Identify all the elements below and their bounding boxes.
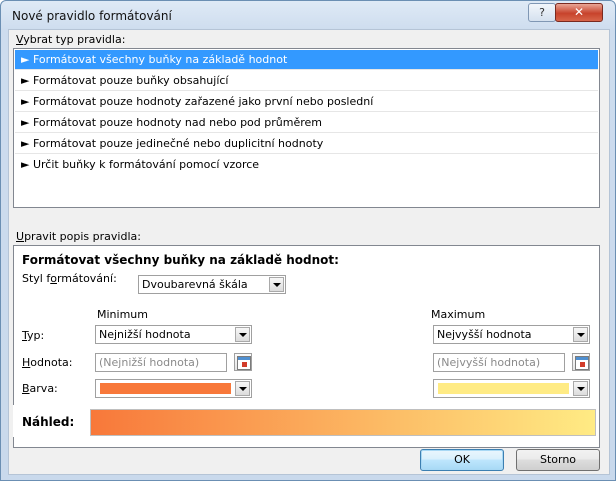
rule-type-item-containing[interactable]: ► Formátovat pouze buňky obsahující (15, 71, 598, 91)
rule-type-label: Vybrat typ pravidla: (16, 33, 126, 46)
chevron-down-icon[interactable] (573, 381, 588, 396)
chevron-down-icon[interactable] (235, 327, 250, 342)
min-color-swatch (100, 383, 231, 394)
chevron-down-icon[interactable] (573, 327, 588, 342)
rule-type-item-formula[interactable]: ► Určit buňky k formátování pomocí vzorc… (15, 155, 598, 175)
chevron-down-icon[interactable] (269, 277, 284, 292)
dialog-window: Nové pravidlo formátování ? ✕ Vybrat typ… (0, 0, 616, 481)
maximum-header: Maximum (431, 308, 486, 321)
help-icon: ? (539, 6, 545, 19)
edit-description-label: Upravit popis pravidla: (16, 230, 141, 243)
rule-type-item-above-below-average[interactable]: ► Formátovat pouze hodnoty nad nebo pod … (15, 113, 598, 133)
min-value-input[interactable]: (Nejnižší hodnota) (95, 353, 227, 372)
rule-type-list[interactable]: ► Formátovat všechny buňky na základě ho… (13, 48, 600, 208)
description-heading: Formátovat všechny buňky na základě hodn… (22, 253, 339, 267)
max-value-ref-button[interactable] (572, 353, 590, 371)
preview-label: Náhled: (22, 415, 75, 429)
collapse-dialog-icon (237, 356, 251, 370)
help-button[interactable]: ? (528, 3, 556, 22)
max-color-swatch (438, 383, 569, 394)
rule-type-item-all-values[interactable]: ► Formátovat všechny buňky na základě ho… (15, 50, 598, 70)
rule-type-item-unique-duplicate[interactable]: ► Formátovat pouze jedinečné nebo duplic… (15, 134, 598, 154)
value-label: Hodnota: (22, 356, 73, 369)
collapse-dialog-icon (575, 356, 589, 370)
min-type-select[interactable]: Nejnižší hodnota (95, 325, 252, 344)
format-style-value: Dvoubarevná škála (142, 278, 248, 291)
title-bar[interactable]: Nové pravidlo formátování ? ✕ (1, 1, 615, 29)
ok-button[interactable]: OK (420, 449, 504, 471)
rule-type-item-top-bottom[interactable]: ► Formátovat pouze hodnoty zařazené jako… (15, 92, 598, 112)
type-label: Typ: (22, 329, 45, 342)
format-style-label: Styl formátování: (22, 272, 117, 285)
max-type-select[interactable]: Nejvyšší hodnota (433, 325, 590, 344)
close-icon: ✕ (573, 5, 585, 19)
min-type-value: Nejnižší hodnota (99, 328, 191, 341)
min-color-select[interactable] (95, 379, 252, 398)
min-value-ref-button[interactable] (234, 353, 252, 371)
format-style-select[interactable]: Dvoubarevná škála (138, 275, 286, 294)
preview-gradient (90, 409, 596, 436)
cancel-button[interactable]: Storno (516, 449, 600, 471)
dialog-title: Nové pravidlo formátování (12, 9, 172, 23)
max-value-input[interactable]: (Nejvyšší hodnota) (433, 353, 565, 372)
close-button[interactable]: ✕ (555, 3, 603, 22)
minimum-header: Minimum (97, 308, 148, 321)
max-color-select[interactable] (433, 379, 590, 398)
max-type-value: Nejvyšší hodnota (437, 328, 532, 341)
color-label: Barva: (22, 382, 58, 395)
chevron-down-icon[interactable] (235, 381, 250, 396)
